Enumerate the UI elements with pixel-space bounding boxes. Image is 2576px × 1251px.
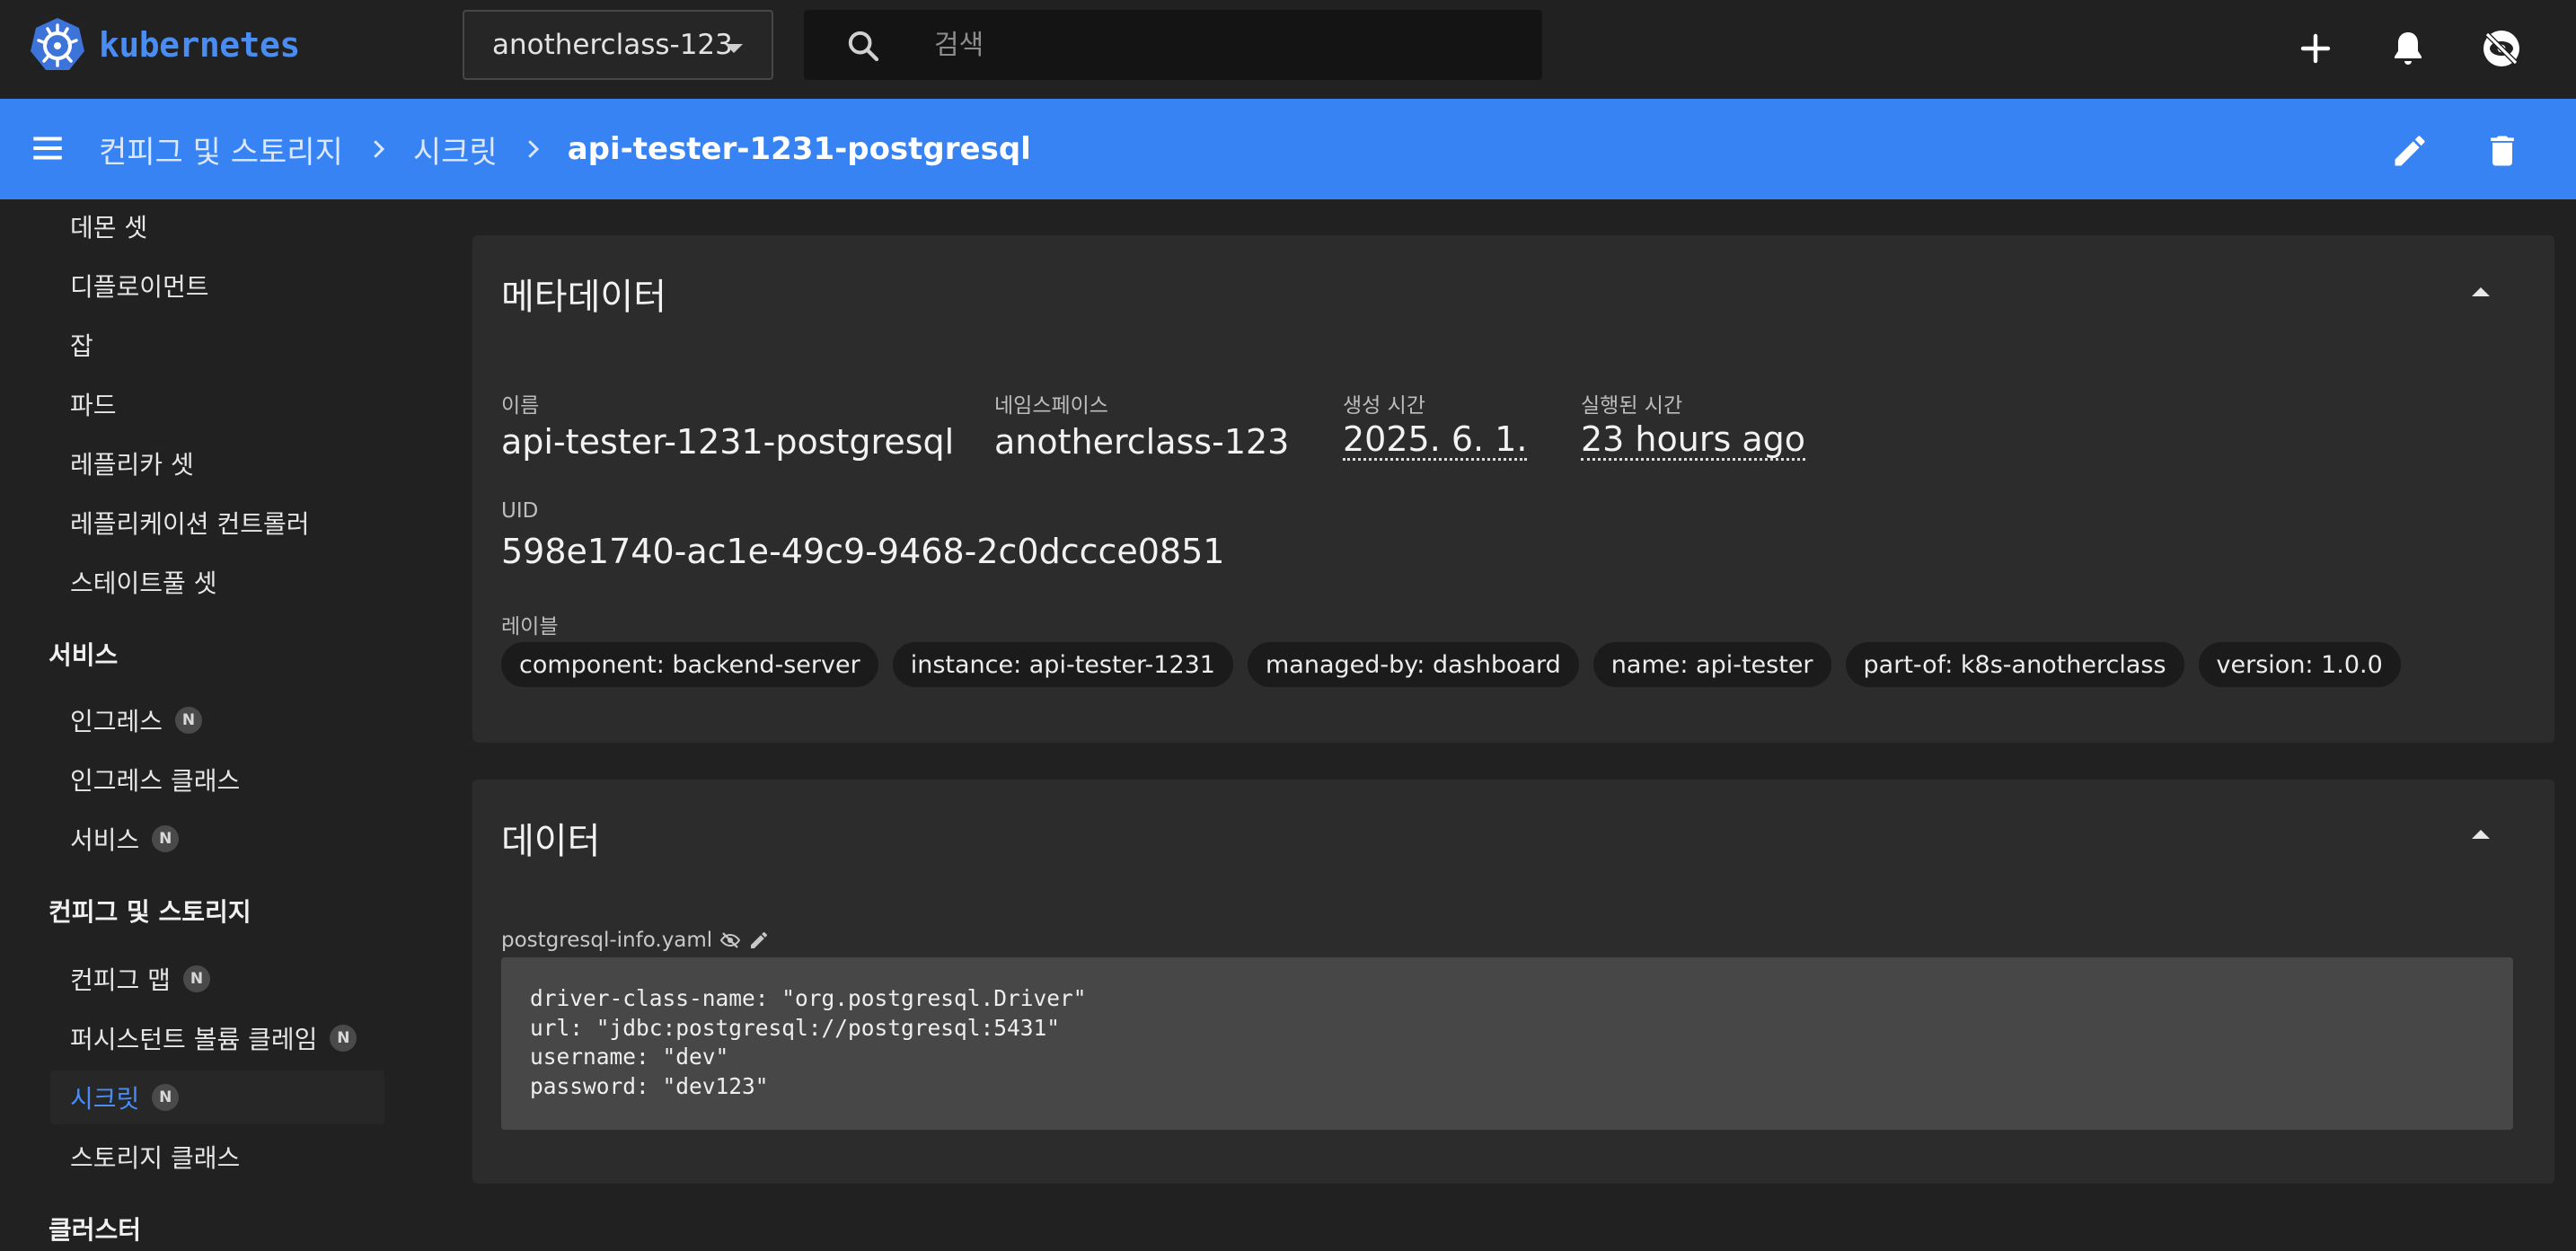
sidebar-item-label: 잡	[70, 331, 93, 361]
label-chip: component: backend-server	[501, 642, 878, 687]
sidebar-group-cluster[interactable]: 클러스터	[49, 1211, 141, 1247]
code-line: username: "dev"	[530, 1044, 729, 1070]
sidebar-item-services[interactable]: 서비스 N	[50, 812, 384, 866]
secret-value-box[interactable]: driver-class-name: "org.postgresql.Drive…	[501, 957, 2513, 1130]
breadcrumb: 컨피그 및 스토리지 시크릿 api-tester-1231-postgresq…	[99, 99, 1031, 199]
name-value: api-tester-1231-postgresql	[501, 422, 955, 462]
search-bar	[804, 10, 1542, 80]
created-value[interactable]: 2025. 6. 1.	[1343, 421, 1528, 461]
namespace-selector-value: anotherclass-123	[492, 29, 733, 61]
sidebar-item-pods[interactable]: 파드	[50, 377, 384, 431]
top-bar: kubernetes anotherclass-123	[0, 0, 2576, 99]
breadcrumb-current: api-tester-1231-postgresql	[567, 131, 1031, 167]
sidebar-item-ingresses[interactable]: 인그레스 N	[50, 693, 384, 747]
search-input[interactable]	[934, 22, 1509, 67]
age-value[interactable]: 23 hours ago	[1581, 421, 1806, 461]
sidebar-item-configmaps[interactable]: 컨피그 맵 N	[50, 952, 384, 1006]
data-key-row: postgresql-info.yaml	[501, 929, 770, 952]
sidebar-item-replication-controllers[interactable]: 레플리케이션 컨트롤러	[50, 496, 384, 550]
app-logo-text: kubernetes	[99, 25, 300, 65]
label-chip: instance: api-tester-1231	[892, 642, 1233, 687]
new-badge: N	[182, 965, 210, 992]
breadcrumb-bar: 컨피그 및 스토리지 시크릿 api-tester-1231-postgresq…	[0, 99, 2576, 199]
dropdown-caret-icon	[725, 44, 743, 53]
labels-label: 레이블	[501, 615, 559, 639]
sidebar-item-secrets[interactable]: 시크릿 N	[50, 1070, 384, 1124]
menu-icon[interactable]	[29, 129, 66, 167]
data-key-label: postgresql-info.yaml	[501, 929, 713, 952]
sidebar-item-replicasets[interactable]: 레플리카 셋	[50, 436, 384, 490]
uid-value: 598e1740-ac1e-49c9-9468-2c0dccce0851	[501, 532, 1225, 571]
sidebar-item-deployments[interactable]: 디플로이먼트	[50, 259, 384, 313]
age-label: 실행된 시간	[1581, 394, 1683, 418]
new-badge: N	[152, 825, 180, 852]
sidebar-item-daemonsets[interactable]: 데몬 셋	[50, 199, 384, 253]
sidebar-item-label: 인그레스 클래스	[70, 766, 241, 796]
new-badge: N	[330, 1025, 357, 1052]
app-logo[interactable]: kubernetes	[29, 16, 300, 74]
kubernetes-logo-icon	[31, 18, 84, 70]
data-card: 데이터 postgresql-info.yaml driver-class-na…	[472, 780, 2554, 1184]
bell-icon[interactable]	[2386, 27, 2430, 70]
metadata-title: 메타데이터	[501, 277, 666, 318]
sidebar-item-label: 인그레스	[70, 707, 163, 736]
new-badge: N	[175, 707, 203, 734]
breadcrumb-config-storage[interactable]: 컨피그 및 스토리지	[99, 128, 343, 172]
sidebar-item-label: 시크릿	[70, 1084, 140, 1114]
sidebar-group-service[interactable]: 서비스	[49, 636, 118, 672]
pencil-icon[interactable]	[2390, 131, 2430, 171]
sidebar-item-label: 레플리케이션 컨트롤러	[70, 509, 310, 539]
sidebar-item-pvcs[interactable]: 퍼시스턴트 볼륨 클레임 N	[50, 1011, 384, 1065]
label-chip: name: api-tester	[1592, 642, 1831, 687]
sidebar-item-ingress-classes[interactable]: 인그레스 클래스	[50, 753, 384, 806]
sidebar-item-storage-classes[interactable]: 스토리지 클래스	[50, 1130, 384, 1184]
labels-chip-list: component: backend-server instance: api-…	[501, 642, 2401, 687]
data-title: 데이터	[501, 821, 601, 862]
breadcrumb-secrets[interactable]: 시크릿	[413, 128, 498, 172]
sidebar-item-label: 서비스	[70, 825, 140, 855]
pencil-icon[interactable]	[748, 929, 770, 951]
uid-label: UID	[501, 499, 539, 523]
chevron-up-icon[interactable]	[2472, 830, 2490, 839]
label-chip: managed-by: dashboard	[1247, 642, 1579, 687]
chevron-right-icon	[527, 140, 539, 158]
eye-off-icon[interactable]	[2480, 27, 2523, 70]
namespace-value: anotherclass-123	[994, 422, 1290, 462]
sidebar-item-label: 레플리카 셋	[70, 450, 194, 480]
metadata-card: 메타데이터 이름 api-tester-1231-postgresql 네임스페…	[472, 235, 2554, 743]
sidebar-item-jobs[interactable]: 잡	[50, 318, 384, 372]
plus-icon[interactable]	[2294, 27, 2337, 70]
sidebar-group-config-storage[interactable]: 컨피그 및 스토리지	[49, 893, 251, 929]
label-chip: part-of: k8s-anotherclass	[1845, 642, 2184, 687]
new-badge: N	[152, 1084, 180, 1111]
code-line: url: "jdbc:postgresql://postgresql:5431"	[530, 1014, 1061, 1041]
sidebar-item-label: 퍼시스턴트 볼륨 클레임	[70, 1025, 318, 1054]
sidebar-item-label: 스토리지 클래스	[70, 1143, 241, 1173]
search-icon[interactable]	[845, 28, 881, 64]
code-line: driver-class-name: "org.postgresql.Drive…	[530, 985, 1087, 1011]
chevron-right-icon	[374, 140, 384, 158]
sidebar-item-label: 컨피그 맵	[70, 965, 171, 995]
sidebar: 데몬 셋 디플로이먼트 잡 파드 레플리카 셋 레플리케이션 컨트롤러 스테이트…	[0, 199, 422, 1251]
sidebar-item-label: 데몬 셋	[70, 213, 148, 242]
trash-icon[interactable]	[2483, 131, 2522, 171]
name-label: 이름	[501, 394, 540, 418]
created-label: 생성 시간	[1343, 394, 1425, 418]
namespace-selector[interactable]: anotherclass-123	[463, 10, 773, 80]
sidebar-item-label: 파드	[70, 391, 117, 420]
namespace-label: 네임스페이스	[994, 394, 1108, 418]
sidebar-item-statefulsets[interactable]: 스테이트풀 셋	[50, 555, 384, 609]
chevron-up-icon[interactable]	[2472, 287, 2490, 296]
sidebar-item-label: 스테이트풀 셋	[70, 568, 217, 598]
code-line: password: "dev123"	[530, 1072, 769, 1099]
eye-off-icon[interactable]	[719, 929, 741, 951]
sidebar-item-label: 디플로이먼트	[70, 272, 209, 302]
label-chip: version: 1.0.0	[2198, 642, 2401, 687]
